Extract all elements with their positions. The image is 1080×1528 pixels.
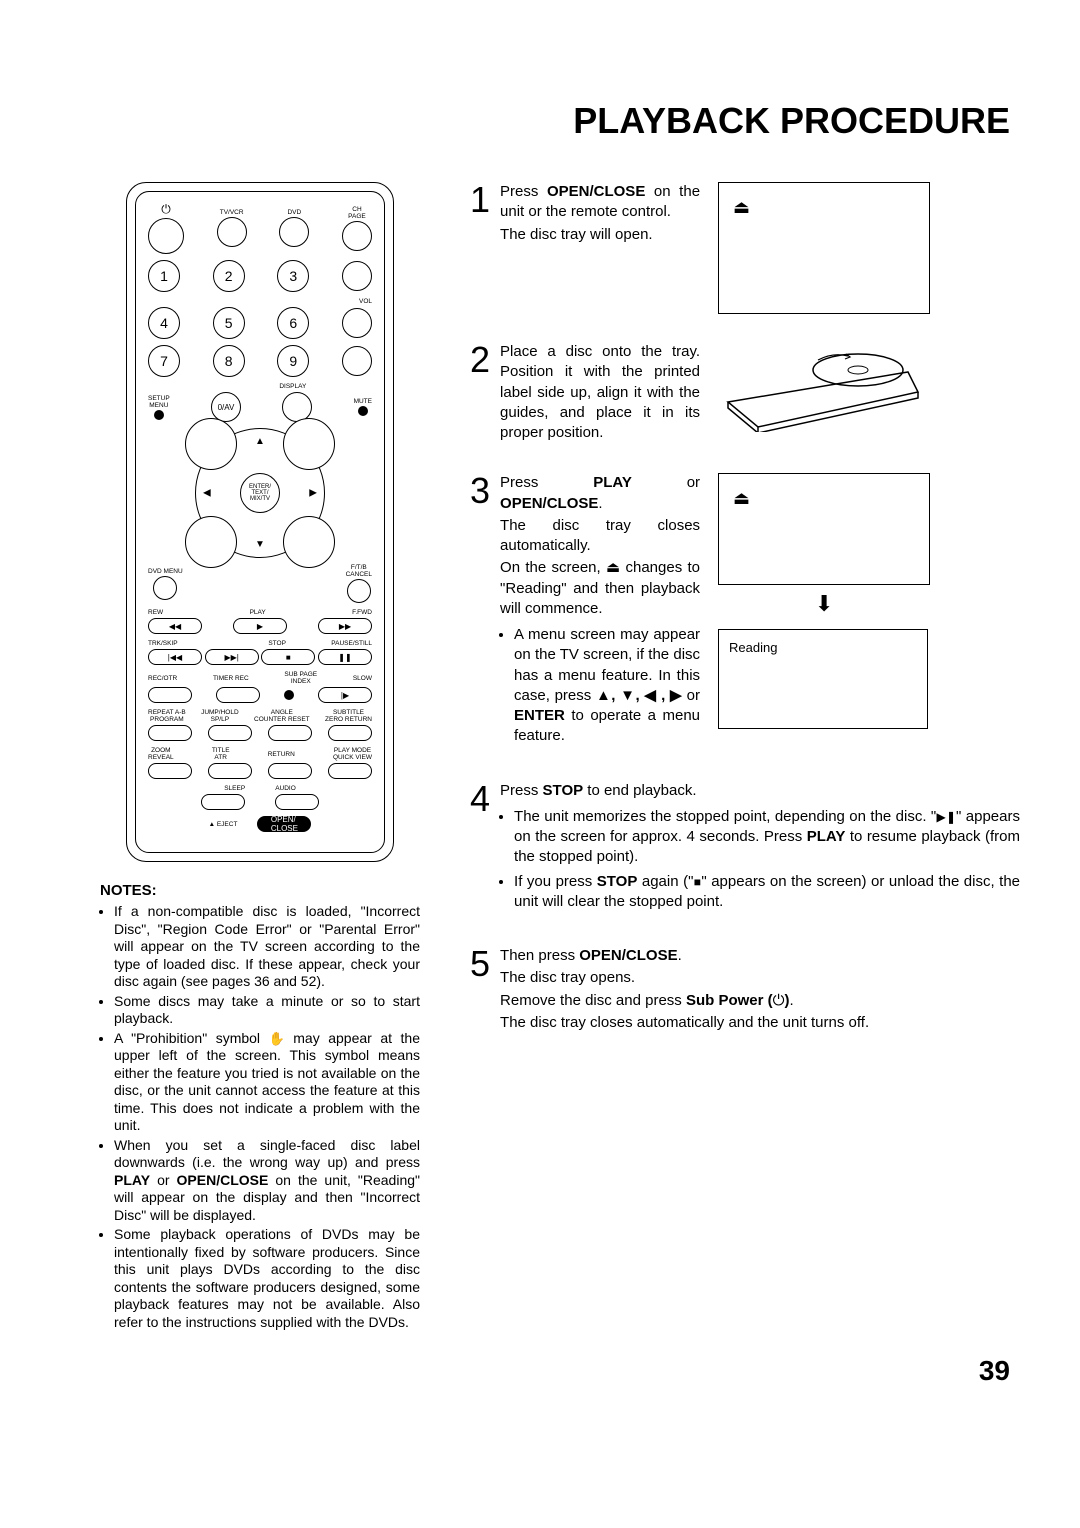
step-4: 4 Press STOP to end playback. The unit m…	[470, 781, 1020, 919]
play-resume-icon: ▶❚	[936, 810, 956, 824]
disc-tray-illustration	[718, 342, 928, 437]
step-2: 2 Place a disc onto the tray. Position i…	[470, 342, 1020, 445]
step-number: 2	[470, 342, 490, 445]
note-item: If a non-compatible disc is loaded, "Inc…	[114, 903, 420, 991]
notes-heading: NOTES:	[100, 882, 420, 899]
screen-illustration-eject: ⏏	[718, 182, 930, 314]
note-item: When you set a single-faced disc label d…	[114, 1137, 420, 1225]
step-number: 4	[470, 781, 490, 919]
notes-section: NOTES: If a non-compatible disc is loade…	[100, 882, 420, 1331]
step-5: 5 Then press OPEN/CLOSE. The disc tray o…	[470, 946, 1020, 1035]
eject-icon: ⏏	[733, 197, 750, 218]
eject-icon: ⏏	[733, 488, 750, 509]
step-3: 3 Press PLAY or OPEN/CLOSE. The disc tra…	[470, 473, 1020, 752]
page-number: 39	[100, 1355, 1020, 1387]
note-item: Some discs may take a minute or so to st…	[114, 993, 420, 1028]
arrow-down-icon: ⬇	[718, 591, 930, 617]
prohibition-icon: ✋	[269, 1031, 285, 1047]
step-number: 3	[470, 473, 490, 752]
dpad: ENTER/ TEXT/ MIX/TV ▲ ▼ ◀ ▶	[195, 428, 325, 558]
eject-icon: ⏏	[606, 559, 620, 576]
page-title: PLAYBACK PROCEDURE	[100, 100, 1020, 142]
note-item: A "Prohibition" symbol ✋ may appear at t…	[114, 1030, 420, 1135]
step-1: 1 Press OPEN/CLOSE on the unit or the re…	[470, 182, 1020, 314]
screen-illustration-reading: Reading	[718, 629, 928, 729]
step-number: 1	[470, 182, 490, 314]
power-icon: ⏻	[773, 992, 785, 1009]
step-number: 5	[470, 946, 490, 1035]
remote-illustration: ⏻ TV/VCR DVD CH PAGE 1 2 3 VOL 4 5	[126, 182, 394, 862]
screen-illustration-eject: ⏏	[718, 473, 930, 585]
note-item: Some playback operations of DVDs may be …	[114, 1226, 420, 1331]
